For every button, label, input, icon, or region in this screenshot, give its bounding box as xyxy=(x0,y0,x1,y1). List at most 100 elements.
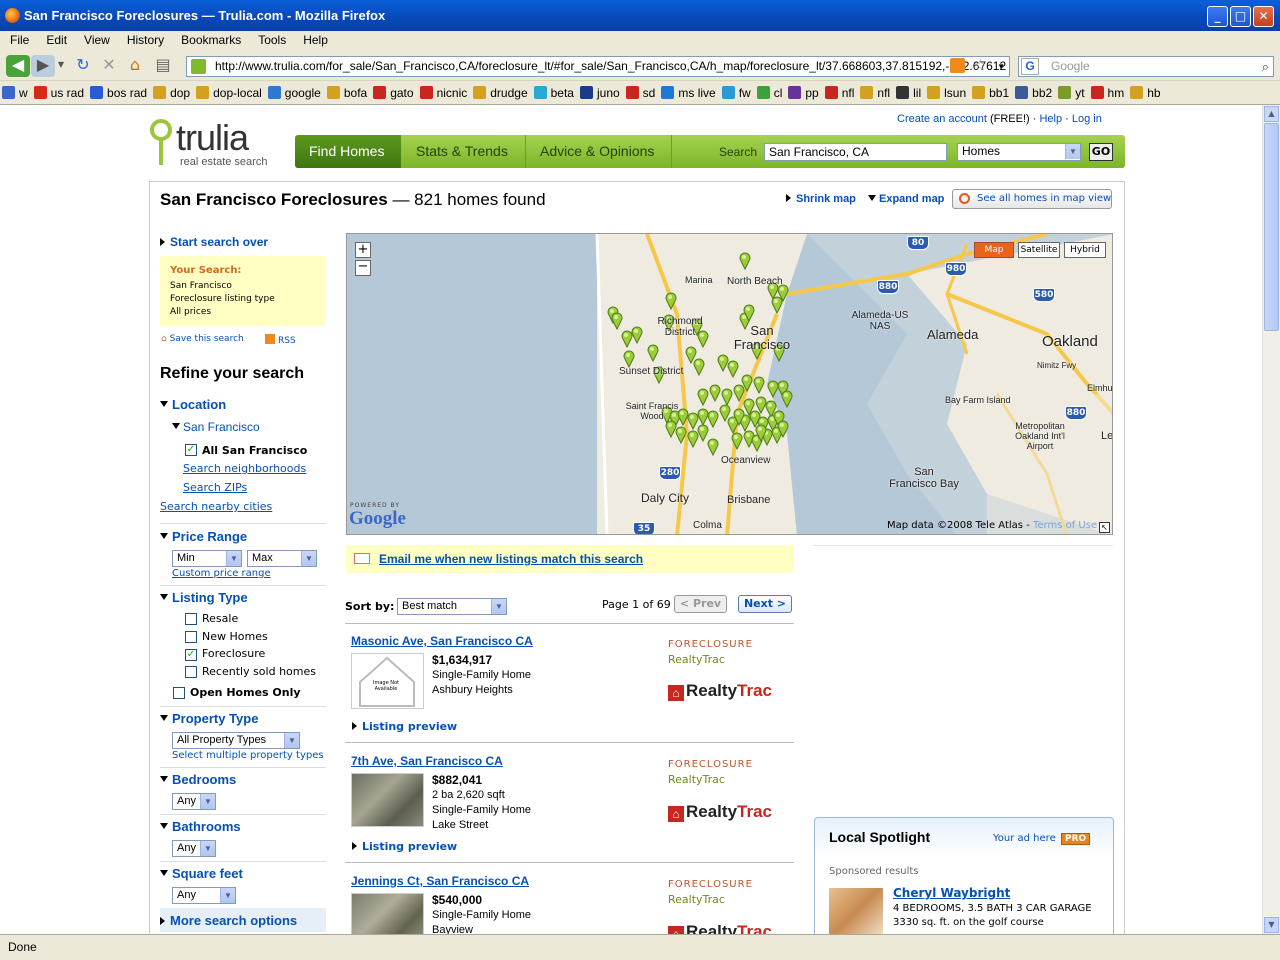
search-nearby-link[interactable]: Search nearby cities xyxy=(160,500,272,513)
google-engine-icon[interactable]: G xyxy=(1021,58,1039,75)
listing-address[interactable]: Jennings Ct, San Francisco CA xyxy=(351,874,529,888)
listing-preview-link[interactable]: Listing preview xyxy=(352,840,457,853)
go-button[interactable]: GO xyxy=(1089,143,1113,161)
foreclosure-checkbox[interactable]: ✓ xyxy=(185,649,197,661)
expand-map-link[interactable]: Expand map xyxy=(868,193,944,205)
url-dropdown-icon[interactable]: ▼ xyxy=(997,57,1005,76)
bookmark-item[interactable]: dop-local xyxy=(194,81,266,100)
see-all-map-view-button[interactable]: See all homes in map view xyxy=(952,189,1112,209)
new-homes-checkbox[interactable] xyxy=(185,631,197,643)
bookmark-item[interactable]: hm xyxy=(1089,81,1129,100)
bookmark-item[interactable]: juno xyxy=(578,81,624,100)
bookmark-item[interactable]: dop xyxy=(151,81,194,100)
listing-address[interactable]: 7th Ave, San Francisco CA xyxy=(351,754,503,768)
multi-property-link[interactable]: Select multiple property types xyxy=(172,750,324,761)
map-pin-icon[interactable] xyxy=(733,408,745,427)
map-pin-icon[interactable] xyxy=(781,390,793,409)
bookmark-item[interactable]: drudge xyxy=(471,81,531,100)
agent-name-link[interactable]: Cheryl Waybright xyxy=(893,886,1010,900)
map-pin-icon[interactable] xyxy=(777,420,789,439)
bookmark-item[interactable]: sd xyxy=(624,81,660,100)
rss-link[interactable]: RSS xyxy=(265,334,296,346)
bookmark-item[interactable]: lsun xyxy=(925,81,970,100)
bookmark-item[interactable]: lil xyxy=(894,81,925,100)
listing-preview-link[interactable]: Listing preview xyxy=(352,720,457,733)
search-zips-link[interactable]: Search ZIPs xyxy=(183,481,247,494)
map-pin-icon[interactable] xyxy=(665,292,677,311)
bookmark-star-icon[interactable]: ☆ xyxy=(974,56,987,75)
listing-type-section-toggle[interactable]: Listing Type xyxy=(160,590,248,605)
bookmark-item[interactable]: yt xyxy=(1056,81,1088,100)
max-price-select[interactable]: Max ▼ xyxy=(247,550,317,567)
stop-icon[interactable]: ✕ xyxy=(98,55,120,77)
property-type-section-toggle[interactable]: Property Type xyxy=(160,711,258,726)
map-pin-icon[interactable] xyxy=(743,304,755,323)
help-link[interactable]: Help xyxy=(1039,113,1062,125)
map-pin-icon[interactable] xyxy=(755,424,767,443)
bathrooms-section-toggle[interactable]: Bathrooms xyxy=(160,819,241,834)
bookmark-item[interactable]: us rad xyxy=(32,81,88,100)
scroll-thumb[interactable] xyxy=(1264,123,1279,331)
save-search-link[interactable]: ⌂ Save this search xyxy=(161,334,244,344)
bookmark-item[interactable]: bofa xyxy=(325,81,371,100)
resale-checkbox[interactable] xyxy=(185,613,197,625)
start-over-link[interactable]: Start search over xyxy=(160,235,268,249)
bookmark-item[interactable]: beta xyxy=(532,81,578,100)
map-pin-icon[interactable] xyxy=(611,312,623,331)
bookmark-item[interactable]: gato xyxy=(371,81,417,100)
map-pin-icon[interactable] xyxy=(693,358,705,377)
page-scrollbar[interactable]: ▲ ▼ xyxy=(1262,105,1280,934)
bookmark-item[interactable]: bos rad xyxy=(88,81,151,100)
zoom-out-button[interactable]: − xyxy=(355,260,371,276)
prev-page-button[interactable]: < Prev xyxy=(674,595,727,613)
map-pin-icon[interactable] xyxy=(709,384,721,403)
next-page-button[interactable]: Next > xyxy=(738,595,792,613)
bookmark-item[interactable]: bb2 xyxy=(1013,81,1056,100)
menu-history[interactable]: History xyxy=(117,31,171,47)
bathrooms-select[interactable]: Any ▼ xyxy=(172,840,216,857)
bookmark-item[interactable]: google xyxy=(266,81,325,100)
map-pin-icon[interactable] xyxy=(739,252,751,271)
resize-map-icon[interactable]: ↖ xyxy=(1099,522,1110,533)
more-options-link[interactable]: More search options xyxy=(160,913,297,928)
map-pin-icon[interactable] xyxy=(631,326,643,345)
map-view-button[interactable]: Map xyxy=(974,242,1014,258)
bookmark-item[interactable]: pp xyxy=(786,81,822,100)
bookmark-item[interactable]: nicnic xyxy=(418,81,472,100)
reload-icon[interactable]: ↻ xyxy=(72,55,94,77)
terms-link[interactable]: Terms of Use xyxy=(1033,520,1097,531)
bookmark-item[interactable]: fw xyxy=(720,81,755,100)
menu-help[interactable]: Help xyxy=(293,31,335,47)
menu-view[interactable]: View xyxy=(74,31,117,47)
print-icon[interactable]: ▤ xyxy=(152,55,174,77)
sort-select[interactable]: Best match ▼ xyxy=(397,598,507,615)
menu-bookmarks[interactable]: Bookmarks xyxy=(171,31,248,47)
map-pin-icon[interactable] xyxy=(727,360,739,379)
login-link[interactable]: Log in xyxy=(1072,113,1102,125)
menu-file[interactable]: File xyxy=(0,31,36,47)
results-map[interactable]: Marina North Beach Richmond District San Fr… xyxy=(346,233,1113,535)
bookmark-item[interactable]: cl xyxy=(755,81,787,100)
bedrooms-select[interactable]: Any ▼ xyxy=(172,793,216,810)
listing-address[interactable]: Masonic Ave, San Francisco CA xyxy=(351,634,533,648)
map-pin-icon[interactable] xyxy=(707,438,719,457)
map-pin-icon[interactable] xyxy=(697,388,709,407)
maximize-button[interactable]: □ xyxy=(1230,6,1251,27)
search-engine-field[interactable]: G Google ⌕ xyxy=(1018,56,1274,77)
realtytrac-logo[interactable]: ⌂ RealtyTrac xyxy=(668,681,772,701)
map-pin-icon[interactable] xyxy=(675,426,687,445)
home-icon[interactable]: ⌂ xyxy=(124,55,146,77)
location-section-toggle[interactable]: Location xyxy=(160,397,226,412)
search-icon[interactable]: ⌕ xyxy=(1262,57,1269,76)
agent-photo[interactable] xyxy=(829,888,883,934)
back-icon[interactable]: ◀ xyxy=(6,55,30,77)
location-search-input[interactable]: San Francisco, CA xyxy=(764,143,947,161)
menu-edit[interactable]: Edit xyxy=(36,31,74,47)
url-field[interactable]: http://www.trulia.com/for_sale/San_Franc… xyxy=(186,56,1010,77)
property-type-select[interactable]: All Property Types ▼ xyxy=(172,732,300,749)
bookmark-item[interactable]: nfl xyxy=(823,81,859,100)
map-pin-icon[interactable] xyxy=(647,344,659,363)
zoom-in-button[interactable]: + xyxy=(355,242,371,258)
bookmark-item[interactable]: nfl xyxy=(858,81,894,100)
search-type-select[interactable]: Homes ▼ xyxy=(957,143,1081,161)
